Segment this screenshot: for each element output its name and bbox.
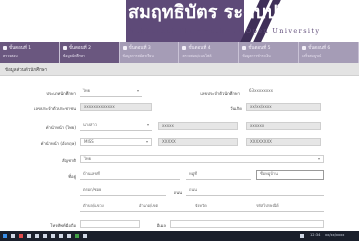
title-th-select[interactable]: นางสาว ▾ [80,122,152,130]
email-input[interactable] [170,220,324,228]
title-en-label: คำนำหน้า (อังกฤษ) [40,141,76,146]
taskbar-clock[interactable]: 12:34 [310,233,320,237]
last-name-th-field: xxxxxx [246,122,321,130]
phone-label: โทรศัพท์มือถือ [50,223,76,228]
file-icon [182,45,187,50]
network-icon[interactable] [300,234,304,238]
divider [80,211,324,212]
search-icon[interactable] [11,234,15,238]
section-title: ข้อมูลส่วนตัวนักศึกษา [5,68,48,73]
os-taskbar: 12:34 xx/xx/xxxx [0,231,359,241]
step-number: ขั้นตอนที่ 2 [68,46,91,51]
divider [80,130,152,131]
road-label: ถนน [173,190,182,195]
tambon-select[interactable]: ตำบล/แขวง [80,203,130,211]
app-icon[interactable] [43,234,47,238]
app-icon[interactable] [51,234,55,238]
student-id-label: เลขประจำตัวนักศึกษา [200,91,240,96]
step-description: ข้อมูลนักศึกษา [62,54,85,58]
divider [80,179,180,180]
step-1[interactable]: ขั้นตอนที่ 1 ตรวจสอบ [0,42,60,63]
flag-icon [302,45,307,50]
nationality-select[interactable]: ไทย ▾ [80,155,324,163]
divider [186,179,251,180]
title-en-select[interactable]: MISS ▾ [80,138,152,146]
app-icon[interactable] [67,234,71,238]
address-label: ที่อยู่ [68,174,76,179]
amphoe-select[interactable]: อำเภอ/เขต [136,203,186,211]
step-number: ขั้นตอนที่ 3 [128,46,151,51]
step-3[interactable]: ขั้นตอนที่ 3 ข้อมูลการสมัครเรียน [120,42,180,63]
step-number: ขั้นตอนที่ 4 [188,46,211,51]
student-type-select[interactable]: ไทย ▾ [80,88,142,96]
student-id-field: 63xxxxxxxx [246,88,321,96]
birthdate-field: xx/xx/xxxx [246,103,321,111]
house-no-input[interactable]: บ้านเลขที่ [80,171,180,179]
alley-input[interactable]: ตรอก/ซอย [80,187,166,195]
step-number: ขั้นตอนที่ 6 [308,46,331,51]
phone-input[interactable] [80,220,140,228]
banner-subtitle: Sukhothai Thammathirat Open University [129,27,321,35]
first-name-en-field: XXXXX [158,138,238,146]
chevron-down-icon: ▾ [146,122,149,127]
title-th-label: คำนำหน้า (ไทย) [45,125,76,130]
app-icon[interactable] [19,234,23,238]
postcode-input[interactable]: รหัสไปรษณีย์ [253,203,324,211]
last-name-en-field: XXXXXXXX [246,138,321,146]
step-description: ข้อมูลการชำระเงิน [242,54,271,58]
chevron-down-icon: ▾ [136,88,139,93]
step-number: ขั้นตอนที่ 1 [9,46,32,51]
citizen-id-label: เลขประจำตัวประชาชน [34,106,76,111]
step-4[interactable]: ขั้นตอนที่ 4 ตรวจสอบ/แนบไฟล์ [179,42,240,63]
province-select[interactable]: จังหวัด [192,203,247,211]
divider [186,195,324,196]
step-description: เสร็จสมบูรณ์ [302,54,322,58]
step-5[interactable]: ขั้นตอนที่ 5 ข้อมูลการชำระเงิน [239,42,300,63]
taskbar-date[interactable]: xx/xx/xxxx [325,233,344,237]
folder-icon[interactable] [27,234,31,238]
app-icon[interactable] [59,234,63,238]
village-input[interactable]: ชื่อหมู่บ้าน [256,170,324,180]
banner-title: สมฤทธิบัตร ระดับปริญญาตรี [128,2,350,23]
user-icon [62,45,67,50]
step-description: ตรวจสอบ/แนบไฟล์ [182,54,212,58]
road-input[interactable]: ถนน [186,187,324,195]
payment-icon [242,45,247,50]
email-label: อีเมล [156,223,166,228]
step-description: ข้อมูลการสมัครเรียน [122,54,154,58]
start-icon[interactable] [3,234,7,238]
divider [80,96,142,97]
nationality-label: สัญชาติ [61,158,76,163]
step-6[interactable]: ขั้นตอนที่ 6 เสร็จสมบูรณ์ [299,42,359,63]
section-header: ข้อมูลส่วนตัวนักศึกษา [0,63,359,76]
citizen-id-field: xxxxxxxxxxxxx [80,103,152,111]
header-banner: สมฤทธิบัตร ระดับปริญญาตรี Sukhothai Tham… [0,0,359,42]
student-info-form: ประเภทนักศึกษา ไทย ▾ เลขประจำตัวนักศึกษา… [0,76,359,231]
app-icon[interactable] [75,234,79,238]
check-icon [3,45,7,50]
step-number: ขั้นตอนที่ 5 [248,46,271,51]
app-icon[interactable] [35,234,39,238]
birthdate-label: วันเกิด [230,106,242,111]
first-name-th-field: xxxxx [158,122,238,130]
edit-icon [122,45,127,50]
student-type-label: ประเภทนักศึกษา [46,91,76,96]
step-2[interactable]: ขั้นตอนที่ 2 ข้อมูลนักศึกษา [59,42,120,63]
step-description: ตรวจสอบ [3,54,18,58]
chevron-down-icon: ▾ [317,156,320,161]
chevron-down-icon: ▾ [145,139,148,144]
divider [80,195,166,196]
app-icon[interactable] [83,234,87,238]
progress-steps: ขั้นตอนที่ 1 ตรวจสอบ ขั้นตอนที่ 2 ข้อมูล… [0,42,359,63]
moo-input[interactable]: หมู่ที่ [186,171,251,179]
